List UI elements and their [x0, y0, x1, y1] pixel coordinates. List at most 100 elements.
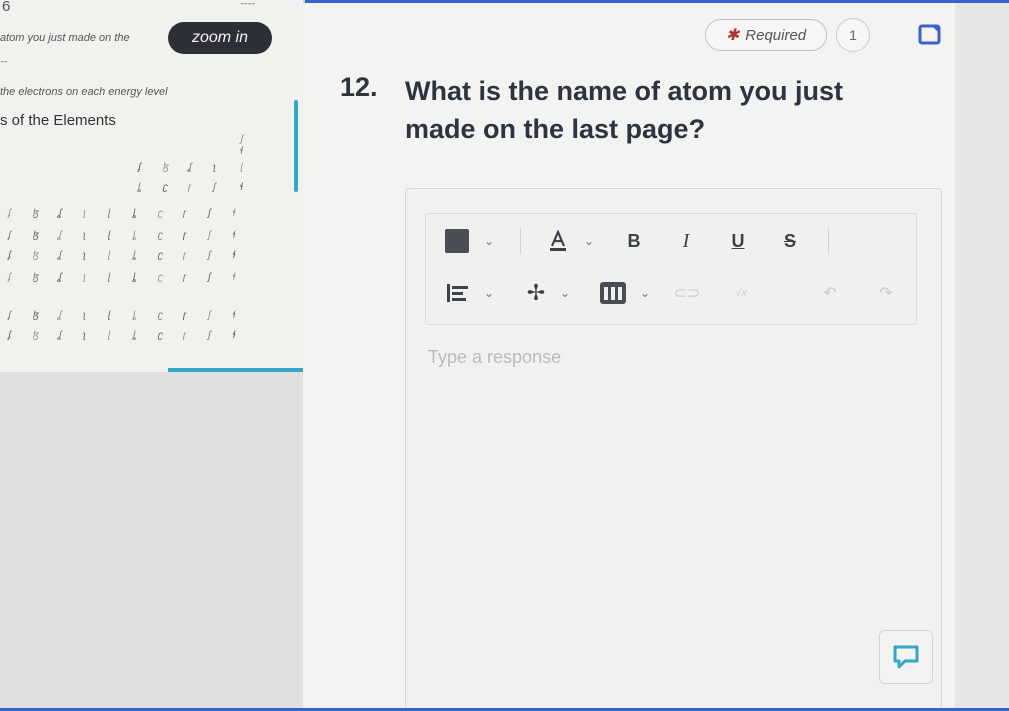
periodic-cell-glyph: ʃ	[208, 250, 211, 261]
panel-top-label: ˉˉˉˉ	[240, 2, 255, 14]
table-chevron-icon[interactable]: ⌄	[640, 286, 650, 300]
text-color-chevron-icon[interactable]: ⌄	[584, 234, 594, 248]
redo-button[interactable]: ↷	[874, 282, 898, 304]
periodic-cell-glyph: ɼ	[183, 310, 187, 321]
periodic-cell-glyph: ʗ	[158, 230, 163, 241]
table-button[interactable]	[598, 280, 628, 306]
periodic-cell-glyph: ɭ	[240, 162, 243, 173]
periodic-cell-glyph: ɬ	[233, 250, 236, 261]
periodic-cell-glyph: ʅ	[83, 208, 86, 219]
periodic-cell-glyph: ȴ	[133, 310, 136, 321]
periodic-cell-glyph: ɮ	[33, 272, 39, 283]
periodic-cell-glyph: ʅ	[213, 162, 216, 173]
redo-icon: ↷	[879, 285, 893, 302]
periodic-cell-glyph: ʅ	[83, 310, 86, 321]
toolbar-divider	[520, 228, 521, 254]
right-gutter	[955, 3, 1009, 708]
instruction-text-1: atom you just made on the	[0, 32, 130, 44]
periodic-cell-glyph: ʗ	[158, 250, 163, 261]
periodic-cell-glyph: ʆ	[58, 208, 62, 219]
comment-button[interactable]	[879, 630, 933, 684]
question-text: What is the name of atom you just made o…	[405, 76, 844, 144]
undo-icon: ↶	[823, 285, 837, 302]
periodic-cell-glyph: ʄ	[8, 272, 12, 283]
periodic-cell-glyph: ʗ	[158, 310, 163, 321]
instruction-text-2: the electrons on each energy level	[0, 86, 168, 98]
periodic-cell-glyph: ɭ	[108, 330, 111, 341]
periodic-cell-glyph: ȴ	[138, 182, 141, 193]
periodic-cell-glyph: ʅ	[83, 230, 86, 241]
periodic-cell-glyph: ɬ	[233, 230, 236, 241]
periodic-cell-glyph: ʄ	[8, 208, 12, 219]
points-badge: 1	[836, 18, 870, 52]
align-button[interactable]	[444, 280, 472, 306]
periodic-cell-glyph: ɭ	[108, 208, 111, 219]
insert-button[interactable]: ✢	[524, 280, 548, 306]
zoom-in-button[interactable]: zoom in	[168, 22, 272, 54]
text-color-button[interactable]	[546, 228, 570, 254]
fill-color-chevron-icon[interactable]: ⌄	[484, 234, 494, 248]
periodic-cell-glyph: ȴ	[133, 230, 136, 241]
periodic-cell-glyph: ɭ	[108, 310, 111, 321]
question-number: 12.	[340, 72, 378, 102]
align-chevron-icon[interactable]: ⌄	[484, 286, 494, 300]
undo-button[interactable]: ↶	[818, 282, 842, 304]
insert-chevron-icon[interactable]: ⌄	[560, 286, 570, 300]
periodic-cell-glyph: ɼ	[183, 330, 187, 341]
periodic-cell-glyph: ʄ	[8, 310, 12, 321]
response-placeholder[interactable]: Type a response	[428, 347, 561, 368]
periodic-cell-glyph: ʄ	[138, 162, 142, 173]
panel-bottom-accent	[168, 368, 303, 372]
panel-top-glyph: 6	[2, 0, 11, 15]
color-swatch-icon	[445, 229, 469, 253]
formula-button[interactable]: √x	[726, 282, 756, 304]
periodic-cell-glyph: ȴ	[133, 208, 136, 219]
periodic-cell-glyph: ʄ	[8, 330, 12, 341]
periodic-cell-glyph: ɮ	[33, 208, 39, 219]
periodic-cell-glyph: ʃ	[213, 182, 216, 193]
fill-color-button[interactable]	[444, 228, 470, 254]
periodic-cell-glyph: ʃ	[208, 310, 211, 321]
periodic-cell-glyph: ɭ	[108, 272, 111, 283]
formula-icon: √x	[735, 287, 747, 299]
periodic-cell-glyph: ʆ	[58, 310, 62, 321]
periodic-cell-glyph: ɼ	[183, 208, 187, 219]
strikethrough-button[interactable]: S	[780, 228, 800, 254]
periodic-cell-glyph: ʄ	[8, 250, 12, 261]
periodic-cell-glyph: ʆ	[58, 272, 62, 283]
periodic-cell-glyph: ɮ	[33, 230, 39, 241]
periodic-cell-glyph: ȴ	[133, 330, 136, 341]
underline-button[interactable]: U	[728, 228, 748, 254]
periodic-cell-glyph: ɬ	[233, 272, 236, 283]
text-color-icon	[550, 230, 566, 251]
periodic-cell-glyph: ɮ	[33, 250, 39, 261]
periodic-cell-glyph: ʃ	[208, 272, 211, 283]
periodic-cell-glyph: ʆ	[58, 250, 62, 261]
periodic-cell-glyph: ɮ	[33, 330, 39, 341]
periodic-cell-glyph: ʅ	[83, 330, 86, 341]
bookmark-flag-icon[interactable]	[918, 24, 942, 46]
link-icon: ⊂⊃	[673, 285, 701, 302]
bold-button[interactable]: B	[624, 228, 644, 254]
periodic-cell-glyph: ɭ	[108, 250, 111, 261]
periodic-cell-glyph: ʗ	[158, 330, 163, 341]
periodic-cell-glyph: ʃ	[208, 230, 211, 241]
periodic-cell-glyph: ʗ	[158, 208, 163, 219]
italic-button[interactable]: I	[676, 228, 696, 254]
required-label: Required	[745, 26, 807, 44]
periodic-cell-glyph: ʄ	[8, 230, 12, 241]
periodic-cell-glyph: ɬ	[233, 310, 236, 321]
periodic-cell-glyph: ʃ	[208, 330, 211, 341]
table-icon	[600, 282, 626, 304]
panel-small-mark: ˉˉ	[0, 60, 8, 72]
link-button[interactable]: ⊂⊃	[673, 282, 701, 304]
required-badge: ✱ Required	[705, 19, 827, 51]
periodic-cell-glyph: ɬ	[233, 208, 236, 219]
reference-panel: 6 ˉˉˉˉ atom you just made on the zoom in…	[0, 0, 305, 372]
panel-scrollbar[interactable]	[294, 100, 298, 192]
periodic-cell-glyph: ɼ	[183, 272, 187, 283]
periodic-cell-glyph: ɼ	[183, 250, 187, 261]
periodic-cell-glyph: ɼ	[183, 230, 187, 241]
periodic-cell-glyph: ʃ	[208, 208, 211, 219]
periodic-cell-glyph: ʅ	[83, 272, 86, 283]
